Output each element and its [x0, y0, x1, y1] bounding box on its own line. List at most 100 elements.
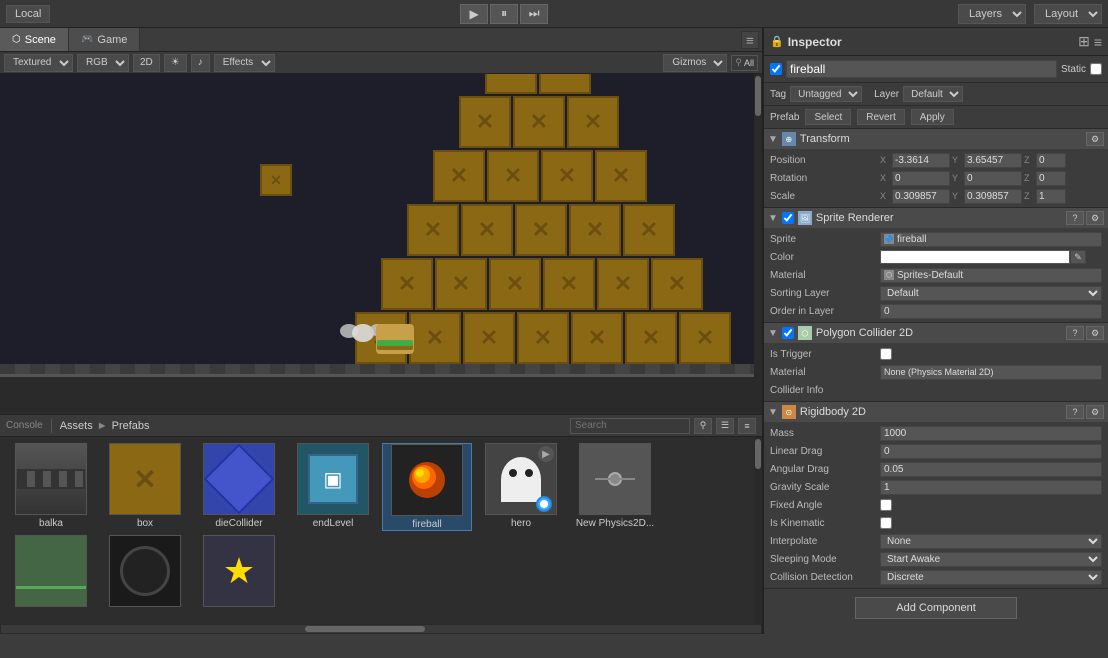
- local-button[interactable]: Local: [6, 5, 50, 23]
- assets-hscrollbar-thumb[interactable]: [305, 626, 425, 632]
- effects-dropdown[interactable]: Effects: [214, 54, 275, 72]
- prefab-select-button[interactable]: Select: [805, 109, 851, 125]
- mass-input[interactable]: [880, 426, 1102, 441]
- gravity-scale-input[interactable]: [880, 480, 1102, 495]
- sprite-ref[interactable]: 🔷 fireball: [880, 232, 1102, 247]
- asset-item-balka[interactable]: balka: [6, 443, 96, 531]
- color-eyedropper-button[interactable]: ✎: [1070, 250, 1086, 264]
- scale-z-input[interactable]: [1036, 189, 1066, 204]
- gizmos-dropdown[interactable]: Gizmos: [663, 54, 727, 72]
- scene-view[interactable]: ✕ ✕ ✕ ✕ ✕ ✕ ✕ ✕ ✕ ✕ ✕ ✕ ✕ ✕ ✕ ✕: [0, 74, 762, 414]
- rot-x-input[interactable]: [892, 171, 950, 186]
- scale-x-input[interactable]: [892, 189, 950, 204]
- light-button[interactable]: ☀: [164, 54, 187, 72]
- object-active-checkbox[interactable]: [770, 63, 782, 75]
- assets-scrollbar-thumb[interactable]: [755, 439, 761, 469]
- linear-drag-input[interactable]: [880, 444, 1102, 459]
- rigidbody2d-help-button[interactable]: ?: [1066, 405, 1084, 419]
- rigidbody2d-settings-button[interactable]: ⚙: [1086, 405, 1104, 419]
- sprite-renderer-checkbox[interactable]: [782, 212, 794, 224]
- asset-item-circle[interactable]: [100, 535, 190, 610]
- polygon-collider-header[interactable]: ▼ ⬡ Polygon Collider 2D ? ⚙: [764, 323, 1108, 343]
- sorting-layer-dropdown[interactable]: Default: [880, 286, 1102, 301]
- asset-item-newphysics[interactable]: New Physics2D...: [570, 443, 660, 531]
- is-kinematic-checkbox[interactable]: [880, 517, 892, 529]
- layers-dropdown[interactable]: Layers: [958, 4, 1026, 24]
- tag-label: Tag: [770, 89, 786, 100]
- tag-dropdown[interactable]: Untagged: [790, 86, 862, 102]
- inspector-menu-button[interactable]: ≡: [1094, 34, 1102, 50]
- sleeping-mode-dropdown[interactable]: Start Awake: [880, 552, 1102, 567]
- asset-thumb-hero: ▶: [485, 443, 557, 515]
- prefab-revert-button[interactable]: Revert: [857, 109, 904, 125]
- collider-material-ref[interactable]: None (Physics Material 2D): [880, 365, 1102, 380]
- scene-tab[interactable]: ⬡ Scene: [0, 28, 69, 51]
- scale-row: Scale X Y Z: [764, 187, 1108, 205]
- pos-x-input[interactable]: [892, 153, 950, 168]
- crate: ✕: [381, 258, 433, 310]
- add-component-button[interactable]: Add Component: [855, 597, 1017, 619]
- polygon-collider-checkbox[interactable]: [782, 327, 794, 339]
- transform-header[interactable]: ▼ ⊕ Transform ⚙: [764, 129, 1108, 149]
- prefabs-label[interactable]: Prefabs: [112, 420, 150, 432]
- prefab-apply-button[interactable]: Apply: [911, 109, 954, 125]
- assets-label[interactable]: Assets: [60, 420, 93, 432]
- asset-item-star[interactable]: ★: [194, 535, 284, 610]
- panel-settings-button[interactable]: ≡: [738, 418, 756, 434]
- asset-item-diecollider[interactable]: dieCollider: [194, 443, 284, 531]
- layer-dropdown[interactable]: Default: [903, 86, 963, 102]
- panel-menu-button[interactable]: ≡: [741, 31, 759, 49]
- polygon-collider-help-button[interactable]: ?: [1066, 326, 1084, 340]
- mass-label: Mass: [770, 428, 880, 439]
- pos-z-input[interactable]: [1036, 153, 1066, 168]
- crate: ✕: [567, 96, 619, 148]
- is-trigger-checkbox[interactable]: [880, 348, 892, 360]
- scale-y-input[interactable]: [964, 189, 1022, 204]
- collision-detection-dropdown[interactable]: Discrete: [880, 570, 1102, 585]
- object-name-input[interactable]: [786, 60, 1057, 78]
- assets-search-input[interactable]: [570, 418, 690, 434]
- pos-x-label: X: [880, 155, 890, 165]
- asset-item-fireball[interactable]: fireball: [382, 443, 472, 531]
- fixed-angle-checkbox[interactable]: [880, 499, 892, 511]
- polygon-collider-settings-button[interactable]: ⚙: [1086, 326, 1104, 340]
- sprite-renderer-icon: 🖼: [798, 211, 812, 225]
- rigidbody2d-header[interactable]: ▼ ⊙ Rigidbody 2D ? ⚙: [764, 402, 1108, 422]
- console-label[interactable]: Console: [6, 420, 43, 431]
- position-inputs: X Y Z: [880, 153, 1102, 168]
- rot-y-input[interactable]: [964, 171, 1022, 186]
- pause-button[interactable]: ⏸: [490, 4, 518, 24]
- scene-scrollbar[interactable]: [754, 74, 762, 414]
- sprite-renderer-help-button[interactable]: ?: [1066, 211, 1084, 225]
- layout-dropdown[interactable]: Layout: [1034, 4, 1102, 24]
- angular-drag-input[interactable]: [880, 462, 1102, 477]
- filter-button[interactable]: ☰: [716, 418, 734, 434]
- scene-scrollbar-thumb[interactable]: [755, 76, 761, 116]
- order-in-layer-input[interactable]: [880, 304, 1102, 319]
- step-button[interactable]: ⏭: [520, 4, 548, 24]
- color-picker[interactable]: [880, 250, 1070, 264]
- play-button[interactable]: ▶: [460, 4, 488, 24]
- textured-dropdown[interactable]: Textured: [4, 54, 73, 72]
- 2d-button[interactable]: 2D: [133, 54, 160, 72]
- static-checkbox[interactable]: [1090, 63, 1102, 75]
- asset-item-hero[interactable]: ▶ hero: [476, 443, 566, 531]
- pos-y-input[interactable]: [964, 153, 1022, 168]
- assets-scrollbar[interactable]: [754, 437, 762, 624]
- sprite-renderer-settings-button[interactable]: ⚙: [1086, 211, 1104, 225]
- material-ref[interactable]: ⬡ Sprites-Default: [880, 268, 1102, 283]
- audio-button[interactable]: ♪: [191, 54, 210, 72]
- game-tab[interactable]: 🎮 Game: [69, 28, 140, 51]
- asset-item-ground[interactable]: [6, 535, 96, 610]
- inspector-maximize-button[interactable]: ⊞: [1078, 33, 1090, 50]
- sprite-renderer-header[interactable]: ▼ 🖼 Sprite Renderer ? ⚙: [764, 208, 1108, 228]
- crate: ✕: [459, 96, 511, 148]
- asset-item-endlevel[interactable]: ▣ endLevel: [288, 443, 378, 531]
- interpolate-dropdown[interactable]: None: [880, 534, 1102, 549]
- assets-hscrollbar[interactable]: [0, 624, 762, 634]
- search-icon-button[interactable]: ⚲: [694, 418, 712, 434]
- rgb-dropdown[interactable]: RGB: [77, 54, 129, 72]
- transform-settings-button[interactable]: ⚙: [1086, 132, 1104, 146]
- rot-z-input[interactable]: [1036, 171, 1066, 186]
- asset-item-box[interactable]: ✕ box: [100, 443, 190, 531]
